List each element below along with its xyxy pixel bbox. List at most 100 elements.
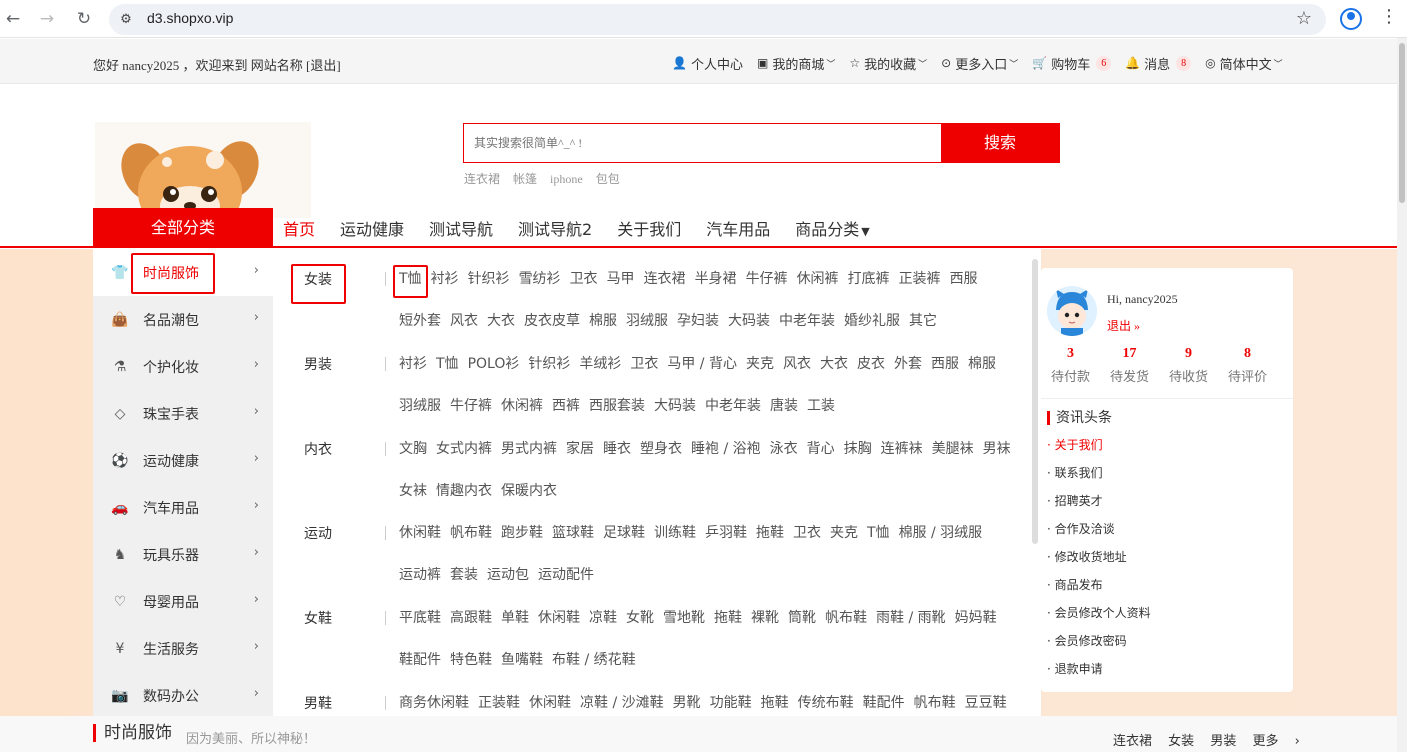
- megamenu-item-link[interactable]: 卫衣: [630, 354, 658, 396]
- megamenu-item-link[interactable]: 风衣: [450, 311, 478, 353]
- megamenu-row-label[interactable]: 男装: [304, 354, 332, 374]
- megamenu-item-link[interactable]: 半身裙: [695, 269, 737, 311]
- megamenu-item-link[interactable]: 中老年装: [779, 311, 835, 353]
- megamenu-item-link[interactable]: 西服: [950, 269, 978, 311]
- megamenu-item-link[interactable]: 女袜: [399, 481, 427, 523]
- megamenu-item-link[interactable]: 针织衫: [468, 269, 510, 311]
- sidebar-item-auto[interactable]: 🚗 汽车用品 ›: [93, 484, 273, 531]
- megamenu-item-link[interactable]: 短外套: [399, 311, 441, 353]
- megamenu-item-link[interactable]: T恤: [867, 523, 890, 565]
- megamenu-item-link[interactable]: 休闲鞋: [529, 693, 571, 716]
- hot-word-link[interactable]: 帐篷: [513, 172, 537, 186]
- megamenu-item-link[interactable]: 男式内裤: [501, 439, 557, 481]
- sidebar-item-digital[interactable]: 📷 数码办公 ›: [93, 672, 273, 719]
- megamenu-item-link[interactable]: 背心: [807, 439, 835, 481]
- megamenu-item-link[interactable]: 男袜: [983, 439, 1011, 481]
- back-arrow-icon[interactable]: ←: [2, 8, 24, 30]
- megamenu-item-link[interactable]: 裸靴: [751, 608, 779, 650]
- megamenu-item-link[interactable]: 连衣裙: [644, 269, 686, 311]
- megamenu-item-link[interactable]: 训练鞋: [654, 523, 696, 565]
- nav-item-test-nav2[interactable]: 测试导航2: [518, 216, 592, 240]
- hot-word-link[interactable]: 连衣裙: [464, 172, 500, 186]
- megamenu-item-link[interactable]: 马甲 / 背心: [667, 354, 737, 396]
- megamenu-item-link[interactable]: 筒靴: [788, 608, 816, 650]
- stat-pending-receipt[interactable]: 9 待收货: [1159, 346, 1218, 385]
- megamenu-item-link[interactable]: 鱼嘴鞋: [501, 650, 543, 692]
- news-item[interactable]: · 商品发布: [1047, 576, 1151, 604]
- megamenu-item-link[interactable]: 雪地靴: [663, 608, 705, 650]
- megamenu-item-link[interactable]: 单鞋: [501, 608, 529, 650]
- site-settings-icon[interactable]: ⚙: [117, 11, 135, 29]
- megamenu-item-link[interactable]: 羽绒服: [399, 396, 441, 438]
- news-item[interactable]: · 会员修改密码: [1047, 632, 1151, 660]
- megamenu-item-link[interactable]: 西裤: [552, 396, 580, 438]
- megamenu-item-link[interactable]: 妈妈鞋: [955, 608, 997, 650]
- megamenu-item-link[interactable]: 牛仔裤: [746, 269, 788, 311]
- megamenu-item-link[interactable]: 足球鞋: [603, 523, 645, 565]
- megamenu-item-link[interactable]: 西服: [931, 354, 959, 396]
- news-item[interactable]: · 招聘英才: [1047, 492, 1151, 520]
- megamenu-item-link[interactable]: 帆布鞋: [914, 693, 956, 716]
- megamenu-item-link[interactable]: 运动裤: [399, 565, 441, 607]
- megamenu-item-link[interactable]: 拖鞋: [756, 523, 784, 565]
- megamenu-item-link[interactable]: 男靴: [673, 693, 701, 716]
- news-item[interactable]: · 联系我们: [1047, 464, 1151, 492]
- language-link[interactable]: ◎ 简体中文 ﹀: [1205, 54, 1283, 73]
- megamenu-item-link[interactable]: 运动包: [487, 565, 529, 607]
- avatar[interactable]: [1047, 286, 1097, 336]
- news-item[interactable]: · 修改收货地址: [1047, 548, 1151, 576]
- megamenu-scrollbar[interactable]: [1032, 259, 1038, 544]
- sidebar-item-bags[interactable]: 👜 名品潮包 ›: [93, 296, 273, 343]
- nav-item-home[interactable]: 首页: [283, 216, 315, 240]
- megamenu-item-link[interactable]: 特色鞋: [450, 650, 492, 692]
- nav-item-sports[interactable]: 运动健康: [340, 216, 404, 240]
- hot-word-link[interactable]: 包包: [596, 172, 620, 186]
- megamenu-item-link[interactable]: 棉服: [589, 311, 617, 353]
- forward-arrow-icon[interactable]: →: [36, 8, 58, 30]
- megamenu-item-link[interactable]: 雨鞋 / 雨靴: [876, 608, 946, 650]
- stat-pending-review[interactable]: 8 待评价: [1218, 346, 1277, 385]
- megamenu-item-link[interactable]: 正装裤: [899, 269, 941, 311]
- stat-pending-shipment[interactable]: 17 待发货: [1100, 346, 1159, 385]
- message-link[interactable]: 🔔 消息 8: [1125, 54, 1192, 73]
- megamenu-item-link[interactable]: 传统布鞋: [798, 693, 854, 716]
- my-shop-link[interactable]: ▣ 我的商城 ﹀: [757, 54, 835, 73]
- megamenu-item-link[interactable]: 女式内裤: [436, 439, 492, 481]
- megamenu-item-link[interactable]: 拖鞋: [761, 693, 789, 716]
- page-scrollbar[interactable]: [1397, 38, 1407, 752]
- profile-icon[interactable]: [1340, 8, 1362, 30]
- news-item[interactable]: · 合作及洽谈: [1047, 520, 1151, 548]
- search-button[interactable]: 搜索: [941, 124, 1059, 162]
- megamenu-item-link[interactable]: 睡袍 / 浴袍: [691, 439, 761, 481]
- url-text[interactable]: d3.shopxo.vip: [147, 10, 233, 26]
- site-logo[interactable]: [95, 122, 311, 218]
- megamenu-item-link[interactable]: 孕妇装: [677, 311, 719, 353]
- megamenu-item-link[interactable]: 雪纺衫: [519, 269, 561, 311]
- sidebar-item-cosmetics[interactable]: ⚗ 个护化妆 ›: [93, 343, 273, 390]
- kebab-menu-icon[interactable]: ⋮: [1380, 6, 1398, 27]
- megamenu-item-link[interactable]: 大衣: [487, 311, 515, 353]
- megamenu-row-label[interactable]: 女鞋: [304, 608, 332, 628]
- megamenu-item-link[interactable]: 保暖内衣: [501, 481, 557, 523]
- megamenu-item-link[interactable]: 大码装: [654, 396, 696, 438]
- megamenu-item-link[interactable]: 商务休闲鞋: [399, 693, 469, 716]
- megamenu-item-link[interactable]: 拖鞋: [714, 608, 742, 650]
- megamenu-row-label[interactable]: 男鞋: [304, 693, 332, 713]
- cart-link[interactable]: 🛒 购物车 6: [1032, 54, 1112, 73]
- megamenu-row-label[interactable]: 内衣: [304, 439, 332, 459]
- bookmark-star-icon[interactable]: ☆: [1296, 8, 1312, 29]
- megamenu-item-link[interactable]: 睡衣: [603, 439, 631, 481]
- user-center-link[interactable]: 👤 个人中心: [672, 54, 743, 73]
- floor-link[interactable]: 男装: [1210, 734, 1236, 749]
- nav-item-product-category[interactable]: 商品分类 ▼: [795, 216, 869, 240]
- megamenu-item-link[interactable]: 塑身衣: [640, 439, 682, 481]
- megamenu-item-link[interactable]: 鞋配件: [399, 650, 441, 692]
- megamenu-item-link[interactable]: 西服套装: [589, 396, 645, 438]
- megamenu-item-link[interactable]: 鞋配件: [863, 693, 905, 716]
- megamenu-item-link[interactable]: 抹胸: [844, 439, 872, 481]
- sidebar-item-jewelry[interactable]: ◇ 珠宝手表 ›: [93, 390, 273, 437]
- address-bar[interactable]: ⚙ d3.shopxo.vip ☆: [109, 4, 1326, 35]
- megamenu-item-link[interactable]: 婚纱礼服: [844, 311, 900, 353]
- megamenu-item-link[interactable]: 凉鞋 / 沙滩鞋: [580, 693, 664, 716]
- megamenu-item-link[interactable]: 休闲裤: [797, 269, 839, 311]
